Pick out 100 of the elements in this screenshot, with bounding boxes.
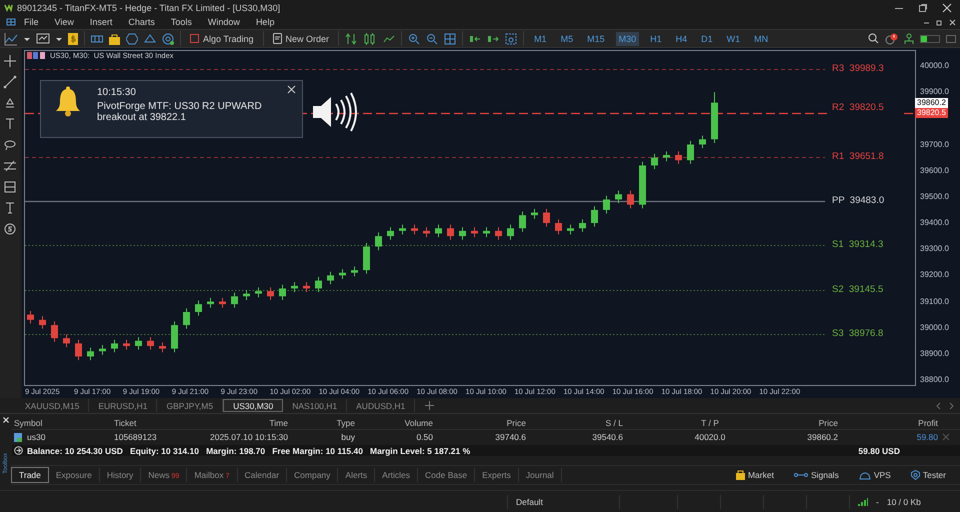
pivot-label: S3 38976.8 xyxy=(832,328,884,339)
square-icon xyxy=(190,34,199,43)
bag-icon[interactable] xyxy=(109,32,120,44)
toolbox-tab[interactable]: Alerts xyxy=(338,468,376,482)
service-button[interactable]: Market xyxy=(730,469,780,481)
column-header[interactable]: Symbol xyxy=(12,418,112,428)
candle xyxy=(327,271,334,285)
toolbox-tab[interactable]: Code Base xyxy=(418,468,476,482)
close-icon[interactable] xyxy=(949,18,956,26)
timeframe-button[interactable]: M5 xyxy=(558,32,576,46)
restore-icon[interactable] xyxy=(936,18,943,26)
dollar-circle-icon[interactable] xyxy=(3,222,17,236)
column-header[interactable]: Price xyxy=(795,418,840,428)
candle xyxy=(303,282,310,293)
toolbox-tab[interactable]: Journal xyxy=(518,468,562,482)
chart-tab[interactable]: NAS100,H1 xyxy=(283,399,348,412)
toolbox-tab[interactable]: Company xyxy=(287,468,338,482)
candle xyxy=(375,232,382,251)
screenshot-icon[interactable] xyxy=(505,32,518,44)
menu-item[interactable]: File xyxy=(16,17,47,27)
search-icon[interactable] xyxy=(868,33,879,44)
service-button[interactable]: VPS xyxy=(852,469,897,481)
column-header[interactable]: Profit xyxy=(840,418,940,428)
network-icon[interactable] xyxy=(904,32,914,44)
grid-icon[interactable] xyxy=(444,32,456,44)
dollar-icon[interactable] xyxy=(68,32,78,44)
gann-grid-icon[interactable] xyxy=(3,180,17,194)
zoom-out-icon[interactable] xyxy=(426,32,438,44)
menu-item[interactable]: Charts xyxy=(120,17,163,27)
crosshair-icon[interactable] xyxy=(3,54,17,68)
column-header[interactable]: Volume xyxy=(357,418,435,428)
column-header[interactable]: Time xyxy=(200,418,290,428)
panel-icon[interactable] xyxy=(946,34,956,42)
connection-bar-icon[interactable] xyxy=(920,34,940,42)
column-header[interactable]: Price xyxy=(435,418,528,428)
timeframe-button[interactable]: M15 xyxy=(584,32,608,46)
menu-item[interactable]: Help xyxy=(248,17,282,27)
chart-tab[interactable]: XAUUSD,M15 xyxy=(16,399,90,412)
close-icon[interactable] xyxy=(287,85,296,94)
toolbox-tab[interactable]: Experts xyxy=(475,468,519,482)
column-header[interactable]: Type xyxy=(290,418,357,428)
timeframe-button[interactable]: W1 xyxy=(724,32,744,46)
lasso-icon[interactable] xyxy=(3,138,17,152)
timeframe-button[interactable]: M30 xyxy=(616,32,640,46)
menu-item[interactable]: View xyxy=(46,17,82,27)
scroll-right-icon[interactable] xyxy=(949,402,954,410)
service-button[interactable]: Signals xyxy=(788,469,845,481)
text-icon[interactable] xyxy=(3,117,17,131)
menu-item[interactable]: Insert xyxy=(82,17,120,27)
template-icon[interactable] xyxy=(36,32,50,46)
candle xyxy=(315,276,322,293)
label-icon[interactable] xyxy=(3,201,17,215)
chart-tab[interactable]: AUDUSD,H1 xyxy=(347,399,416,412)
timeframe-button[interactable]: MN xyxy=(751,32,772,46)
notification-icon[interactable] xyxy=(885,32,898,44)
column-header[interactable]: S / L xyxy=(528,418,625,428)
close-icon[interactable] xyxy=(3,417,9,423)
candle xyxy=(147,336,154,350)
toolbox-tab[interactable]: History xyxy=(100,468,142,482)
timeframe-button[interactable]: D1 xyxy=(698,32,716,46)
hexagon-icon[interactable] xyxy=(126,32,138,44)
expand-icon[interactable] xyxy=(14,446,23,455)
restore-icon[interactable] xyxy=(918,2,928,12)
channel-icon[interactable] xyxy=(3,159,17,173)
price-label: 39900.0 xyxy=(920,87,949,96)
zoom-in-icon[interactable] xyxy=(408,32,420,44)
toolbox-tab[interactable]: Trade xyxy=(11,467,49,483)
close-icon[interactable] xyxy=(942,2,952,12)
candle xyxy=(243,290,250,300)
arrows-icon[interactable] xyxy=(345,32,358,44)
shapes-icon[interactable] xyxy=(3,96,17,110)
table-cell-text: us30 xyxy=(26,432,46,442)
toolbox-tab[interactable]: Articles xyxy=(375,468,418,482)
add-tab-icon[interactable] xyxy=(425,401,434,410)
wave-line-icon[interactable] xyxy=(383,32,396,44)
timeframe-button[interactable]: H1 xyxy=(647,32,665,46)
quotes-icon[interactable] xyxy=(91,32,103,44)
menu-item[interactable]: Window xyxy=(200,17,248,27)
chart-tab[interactable]: US30,M30 xyxy=(223,399,284,412)
trend-line-icon[interactable] xyxy=(3,75,17,89)
column-header[interactable]: Ticket xyxy=(112,418,200,428)
timeframe-button[interactable]: M1 xyxy=(531,32,550,46)
chart-tab[interactable]: EURUSD,H1 xyxy=(89,399,158,412)
pivot-label: R1 39651.8 xyxy=(832,151,884,162)
scroll-left-icon[interactable] xyxy=(936,402,941,410)
toolbox-tab[interactable]: Calendar xyxy=(238,468,288,482)
candle xyxy=(339,268,346,280)
new-order-button[interactable]: New Order xyxy=(270,32,332,45)
menu-item[interactable]: Tools xyxy=(162,17,200,27)
toolbox-tab[interactable]: Exposure xyxy=(48,468,100,482)
algo-trading-button[interactable]: Algo Trading xyxy=(187,32,257,44)
candle xyxy=(363,242,370,274)
timeframe-button[interactable]: H4 xyxy=(672,32,690,46)
window-menu-icon[interactable] xyxy=(6,17,16,27)
column-header[interactable]: T / P xyxy=(625,418,795,428)
table-cell-text: 40020.0 xyxy=(694,432,726,442)
line-chart-icon[interactable] xyxy=(4,32,18,46)
service-button[interactable]: Tester xyxy=(904,469,952,481)
candle xyxy=(63,334,70,348)
candles-icon[interactable] xyxy=(363,32,378,46)
